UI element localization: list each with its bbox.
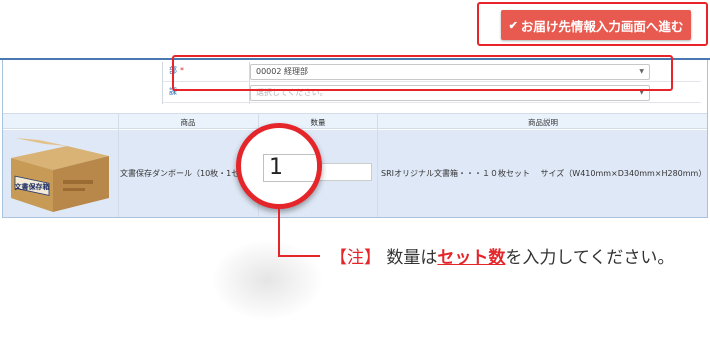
product-description: SRIオリジナル文書箱・・・１０枚セット サイズ（W410mm×D340mm×H… bbox=[381, 169, 707, 178]
proceed-to-delivery-button[interactable]: ✔ お届け先情報入力画面へ進む bbox=[501, 10, 691, 40]
header-product: 商品 bbox=[180, 118, 196, 127]
note-tag: 【注】 bbox=[330, 248, 381, 268]
table-row: 文書保存箱 文書保存ダンボール（10枚・1セ SRIオリジナル文書箱・・・１０枚… bbox=[3, 130, 707, 217]
proceed-button-label: お届け先情報入力画面へ進む bbox=[520, 19, 684, 34]
quantity-zoom-callout: 1 bbox=[236, 123, 322, 209]
box-label: 文書保存箱 bbox=[15, 182, 50, 191]
shadow-decoration bbox=[212, 240, 322, 320]
check-icon: ✔ bbox=[508, 19, 518, 32]
callout-line-horizontal bbox=[278, 255, 320, 257]
note-emphasis: セット数 bbox=[437, 248, 506, 268]
product-image: 文書保存箱 bbox=[11, 138, 109, 212]
column-divider bbox=[377, 113, 378, 217]
column-divider bbox=[118, 113, 119, 217]
quantity-input-zoomed[interactable]: 1 bbox=[263, 154, 317, 182]
callout-line-vertical bbox=[278, 208, 280, 256]
note-text-before: 数量は bbox=[386, 248, 438, 268]
header-description: 商品説明 bbox=[528, 118, 558, 127]
proceed-button-highlight: ✔ お届け先情報入力画面へ進む bbox=[477, 2, 708, 46]
quantity-note: 【注】 数量はセット数を入力してください。 bbox=[330, 243, 674, 268]
note-text-after: を入力してください。 bbox=[505, 248, 675, 268]
table-header: 商品 数量 商品説明 bbox=[3, 113, 707, 129]
department-highlight bbox=[172, 55, 673, 91]
